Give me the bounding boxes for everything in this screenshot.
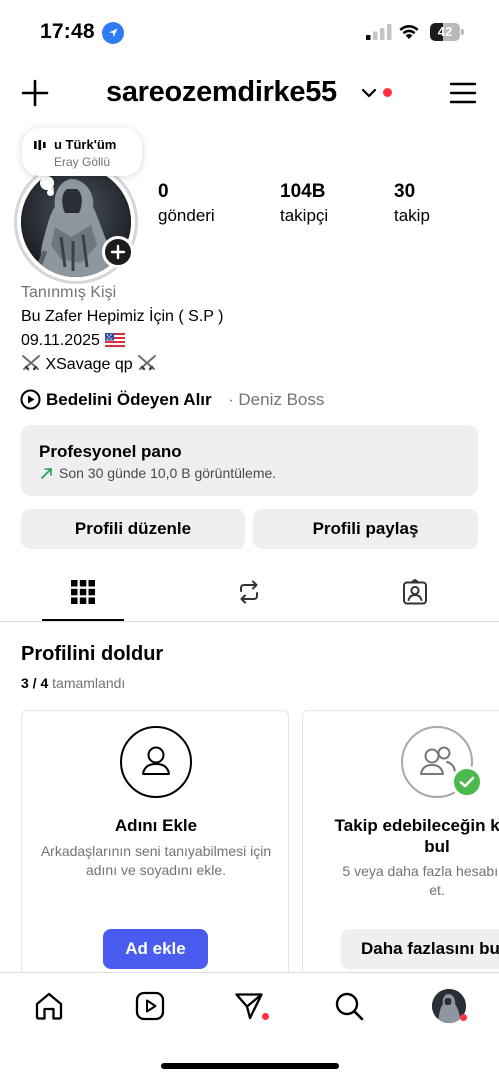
account-notification-dot bbox=[383, 88, 392, 97]
stat-posts-count: 0 bbox=[158, 181, 169, 202]
tab-reposts[interactable] bbox=[208, 560, 290, 622]
crossed-swords-icon bbox=[138, 355, 157, 371]
location-arrow-icon bbox=[102, 22, 124, 44]
hamburger-menu-icon[interactable] bbox=[448, 78, 478, 108]
music-bars-icon bbox=[34, 140, 46, 150]
share-profile-button[interactable]: Profili paylaş bbox=[253, 509, 478, 549]
home-icon[interactable] bbox=[33, 990, 65, 1022]
us-flag-icon bbox=[104, 333, 125, 347]
profile-avatar[interactable] bbox=[14, 160, 138, 284]
stat-posts-label: gönderi bbox=[158, 206, 215, 225]
bio-line-3: XSavage qp bbox=[21, 354, 481, 376]
username-switcher[interactable]: sareozemdirke55 bbox=[106, 76, 337, 109]
home-indicator bbox=[161, 1063, 339, 1069]
stat-followers[interactable]: 104B takipçi bbox=[280, 181, 328, 228]
stat-followers-label: takipçi bbox=[280, 206, 329, 225]
note-song-title: u Türk'üm bbox=[54, 137, 117, 152]
status-time: 17:48 bbox=[40, 20, 95, 43]
stat-following[interactable]: 30 takip bbox=[394, 181, 430, 228]
stat-following-label: takip bbox=[394, 206, 430, 225]
bio-category: Tanınmış Kişi bbox=[21, 284, 117, 301]
find-more-button[interactable]: Daha fazlasını bul bbox=[341, 929, 499, 969]
add-name-title: Adını Ekle bbox=[114, 816, 198, 835]
note-bubble-tail bbox=[40, 176, 54, 190]
grid-icon bbox=[71, 580, 95, 604]
music-title: Bedelini Ödeyen Alır bbox=[46, 390, 212, 409]
find-people-title: Takip edebileceğin kişiler bul bbox=[334, 816, 499, 856]
messages-notification-dot bbox=[262, 1013, 269, 1020]
dashboard-views: Son 30 günde 10,0 B görüntüleme. bbox=[59, 465, 277, 481]
bio-text: XSavage qp bbox=[45, 356, 133, 373]
search-icon[interactable] bbox=[333, 990, 365, 1022]
add-name-button[interactable]: Ad ekle bbox=[103, 929, 208, 969]
note-artist: Eray Göllü bbox=[53, 155, 111, 169]
chevron-down-icon[interactable] bbox=[361, 86, 377, 100]
tab-posts-grid[interactable] bbox=[42, 560, 124, 622]
find-people-description: 5 veya daha fazla hesabı takip et. bbox=[342, 863, 499, 898]
note-bubble[interactable]: u Türk'üm Eray Göllü bbox=[22, 128, 142, 176]
tagged-icon bbox=[403, 579, 427, 605]
stat-followers-count: 104B bbox=[280, 181, 326, 202]
wifi-icon bbox=[399, 25, 419, 39]
bottom-navigation bbox=[0, 972, 499, 1080]
cellular-signal-icon bbox=[366, 24, 392, 40]
music-artist: · Deniz Boss bbox=[228, 390, 325, 409]
profile-header: sareozemdirke55 bbox=[0, 62, 499, 126]
plus-icon bbox=[110, 244, 126, 260]
create-plus-icon[interactable] bbox=[20, 78, 50, 108]
messages-icon[interactable] bbox=[233, 990, 265, 1022]
reels-icon[interactable] bbox=[134, 990, 166, 1022]
reposts-icon bbox=[240, 580, 258, 604]
bio-date: 09.11.2025 bbox=[21, 332, 100, 349]
dashboard-title: Profesyonel pano bbox=[39, 442, 182, 461]
play-circle-icon[interactable] bbox=[20, 389, 41, 410]
edit-profile-button[interactable]: Profili düzenle bbox=[21, 509, 245, 549]
tab-tagged[interactable] bbox=[374, 560, 456, 622]
status-bar: 17:48 42 bbox=[0, 0, 499, 62]
active-tab-indicator bbox=[42, 619, 124, 621]
profile-tabs bbox=[0, 560, 499, 622]
complete-profile-title: Profilini doldur bbox=[21, 643, 164, 665]
professional-dashboard[interactable]: Profesyonel pano Son 30 günde 10,0 B gör… bbox=[21, 425, 478, 496]
battery-icon: 42 bbox=[430, 23, 464, 41]
profile-bio: Tanınmış Kişi Bu Zafer Hepimiz İçin ( S.… bbox=[21, 282, 481, 376]
add-name-description: Arkadaşlarının seni tanıyabilmesi için a… bbox=[40, 843, 272, 878]
stat-posts[interactable]: 0 gönderi bbox=[158, 181, 215, 228]
crossed-swords-icon bbox=[22, 355, 40, 371]
completed-check-icon bbox=[451, 766, 483, 798]
bio-line-2: 09.11.2025 bbox=[21, 330, 481, 352]
trend-up-icon bbox=[41, 468, 52, 479]
bio-line-1: Bu Zafer Hepimiz İçin ( S.P ) bbox=[21, 308, 224, 325]
battery-percent: 42 bbox=[437, 24, 453, 39]
add-name-card[interactable]: Adını Ekle Arkadaşlarının seni tanıyabil… bbox=[21, 710, 289, 1000]
complete-profile-progress: 3 / 4 tamamlandı bbox=[21, 675, 126, 691]
add-story-button[interactable] bbox=[102, 236, 134, 268]
find-people-card[interactable]: Takip edebileceğin kişiler bul 5 veya da… bbox=[302, 710, 499, 1000]
profile-notification-dot bbox=[460, 1014, 467, 1021]
person-icon bbox=[120, 726, 192, 798]
note-bubble-tail-small bbox=[47, 189, 54, 196]
stat-following-count: 30 bbox=[394, 181, 416, 202]
